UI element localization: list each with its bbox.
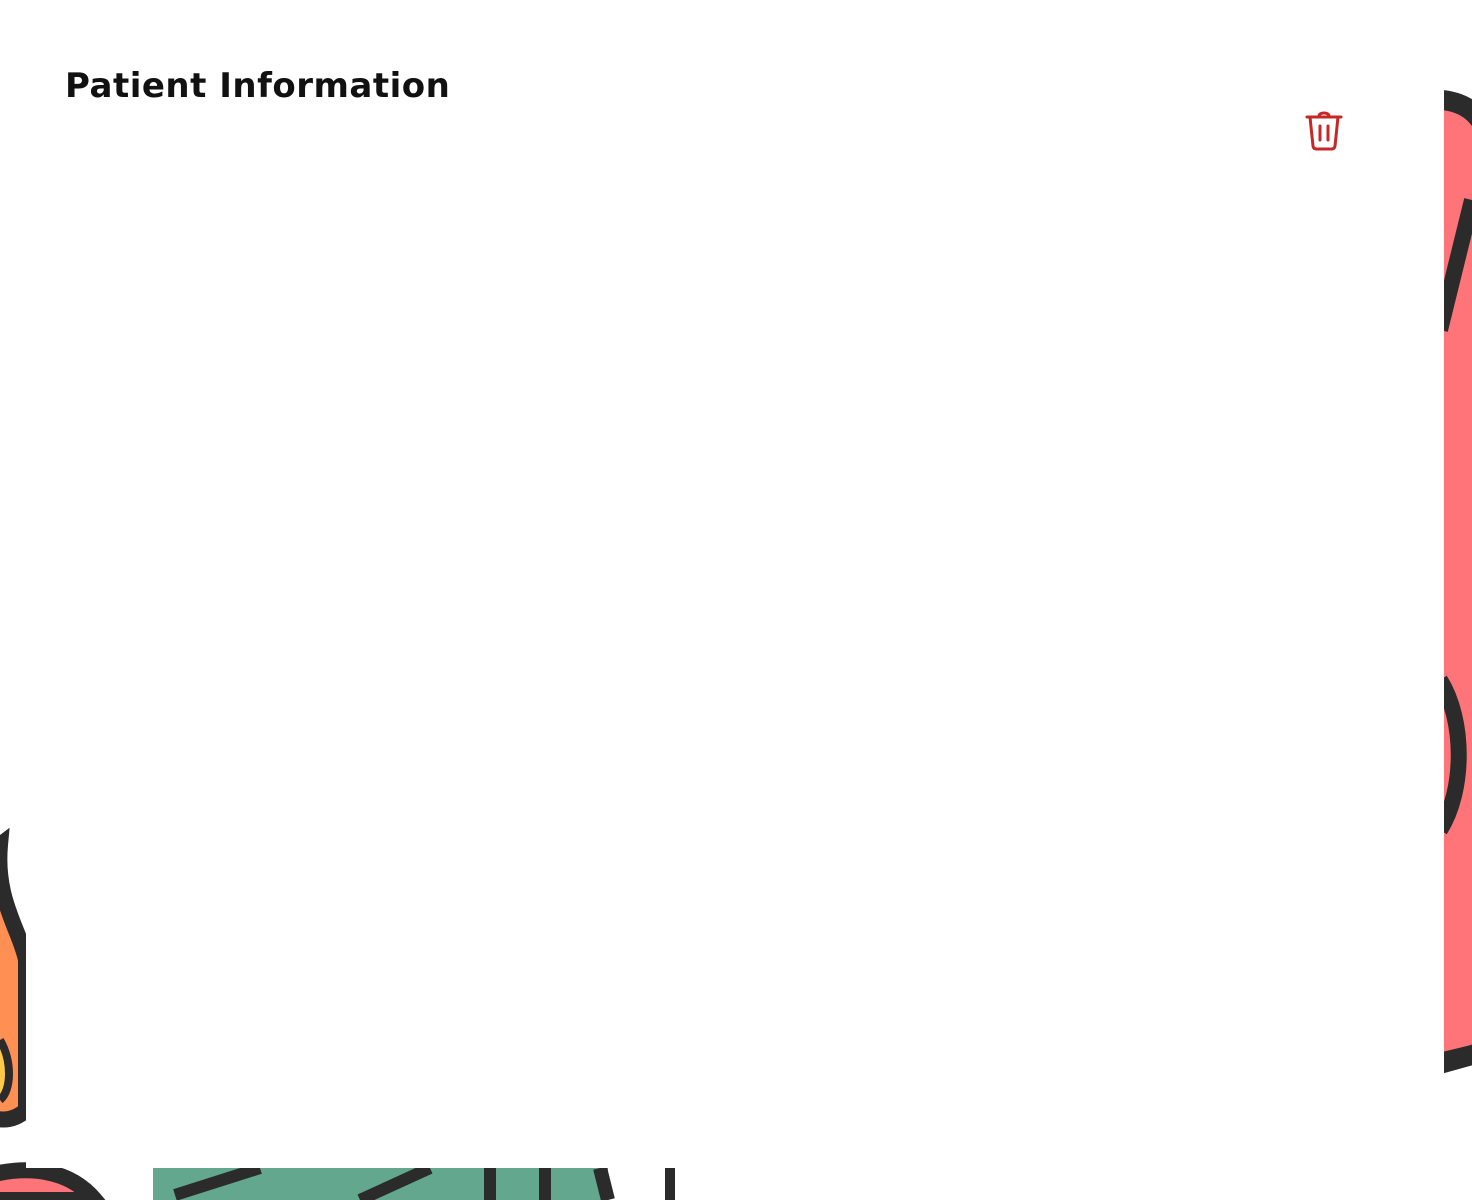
patient-info-card: Patient Information [26,0,1444,1168]
green-edge [593,1166,615,1200]
flame-inner [0,1037,13,1104]
pink-blob-bottom [0,1162,106,1200]
trash-icon [1305,111,1343,151]
delete-button[interactable] [1298,104,1350,156]
page-title: Patient Information [65,66,451,106]
